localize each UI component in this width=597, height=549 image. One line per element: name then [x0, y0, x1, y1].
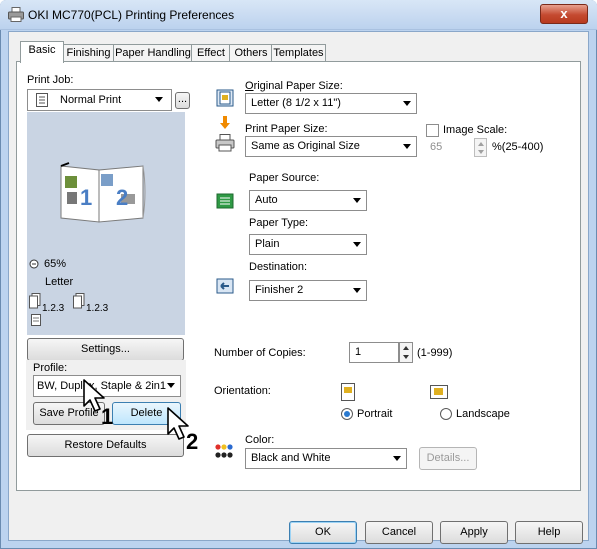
copies-spinner[interactable] — [399, 342, 413, 363]
close-icon: x — [560, 6, 568, 21]
image-scale-range: %(25-400) — [492, 141, 544, 153]
profile-label: Profile: — [33, 362, 68, 374]
chevron-down-icon — [353, 288, 361, 293]
callout-number-1: 1 — [101, 404, 114, 429]
color-select[interactable]: Black and White — [245, 448, 407, 469]
original-paper-size-select[interactable]: Letter (8 1/2 x 11") — [245, 93, 417, 114]
close-button[interactable]: x — [540, 4, 588, 24]
spin-down-icon — [478, 150, 484, 154]
paper-type-value: Plain — [255, 238, 280, 250]
page-1-number: 1 — [80, 185, 93, 210]
original-size-label: Original Paper Size: — [245, 80, 343, 92]
original-paper-size-icon — [216, 89, 234, 107]
spin-up-icon — [403, 346, 409, 350]
tab-templates-label: Templates — [273, 47, 324, 59]
settings-button[interactable]: Settings... — [27, 338, 184, 361]
destination-label: Destination: — [249, 261, 308, 273]
preview-zoom: 65% — [44, 258, 67, 270]
chevron-down-icon — [353, 198, 361, 203]
orientation-label: Orientation: — [214, 385, 271, 397]
document-icon — [36, 93, 48, 107]
radio-selected-dot — [344, 411, 350, 417]
print-job-more-button[interactable]: ... — [175, 92, 190, 109]
original-size-value: Letter (8 1/2 x 11") — [251, 97, 341, 109]
spin-down-icon — [403, 355, 409, 359]
stack-a-label: 1.2.3 — [42, 303, 65, 314]
booklet-page-icon — [31, 314, 41, 326]
paper-type-select[interactable]: Plain — [249, 234, 367, 255]
title-bar[interactable]: OKI MC770(PCL) Printing Preferences x — [0, 0, 597, 30]
landscape-label: Landscape — [456, 408, 510, 420]
printer-icon — [8, 7, 24, 22]
image-scale-spinner[interactable] — [474, 138, 487, 157]
color-value: Black and White — [251, 452, 331, 464]
portrait-icon — [341, 383, 355, 401]
print-size-value: Same as Original Size — [251, 140, 360, 152]
duplex-preview-icon — [60, 162, 146, 223]
print-paper-size-select[interactable]: Same as Original Size — [245, 136, 417, 157]
landscape-radio[interactable] — [440, 408, 452, 420]
ok-button[interactable]: OK — [289, 521, 357, 544]
tab-basic[interactable]: Basic — [20, 41, 64, 63]
copies-label: Number of Copies: — [214, 347, 306, 359]
paper-type-label: Paper Type: — [249, 217, 309, 229]
paper-source-value: Auto — [255, 194, 278, 206]
paper-source-select[interactable]: Auto — [249, 190, 367, 211]
image-scale-checkbox[interactable] — [426, 124, 439, 137]
print-job-value: Normal Print — [60, 94, 122, 106]
preview-paper-size: Letter — [45, 276, 74, 288]
tab-paper-handling-label: Paper Handling — [115, 47, 191, 59]
chevron-down-icon — [167, 383, 175, 388]
portrait-label: Portrait — [357, 408, 393, 420]
destination-select[interactable]: Finisher 2 — [249, 280, 367, 301]
collate-stack-icon — [29, 293, 41, 309]
collate-stack-icon-2 — [73, 293, 85, 309]
apply-button[interactable]: Apply — [440, 521, 508, 544]
landscape-icon — [430, 385, 448, 399]
image-scale-value: 65 — [430, 141, 443, 153]
paper-source-label: Paper Source: — [249, 172, 320, 184]
chevron-down-icon — [393, 456, 401, 461]
arrow-down-icon — [220, 116, 230, 129]
page-2-number: 2 — [116, 185, 129, 210]
tab-others-label: Others — [234, 47, 268, 59]
chevron-down-icon — [403, 144, 411, 149]
details-button[interactable]: Details... — [419, 447, 477, 470]
paper-source-icon — [216, 193, 234, 209]
portrait-radio[interactable] — [341, 408, 353, 420]
tab-finishing-label: Finishing — [66, 47, 111, 59]
copies-input[interactable]: 1 — [349, 342, 399, 363]
color-label: Color: — [245, 434, 275, 446]
print-job-label: Print Job: — [27, 74, 74, 86]
chevron-down-icon — [353, 242, 361, 247]
cancel-button[interactable]: Cancel — [365, 521, 433, 544]
restore-defaults-button[interactable]: Restore Defaults — [27, 434, 184, 457]
zoom-out-icon[interactable] — [29, 258, 41, 270]
print-job-select[interactable]: Normal Print — [27, 89, 172, 111]
copies-range: (1-999) — [417, 347, 453, 359]
spin-up-icon — [478, 142, 484, 146]
print-paper-size-icon — [215, 134, 235, 152]
callout-number-2: 2 — [186, 429, 199, 454]
destination-value: Finisher 2 — [255, 284, 304, 296]
chevron-down-icon — [155, 97, 163, 102]
window-title: OKI MC770(PCL) Printing Preferences — [28, 8, 235, 22]
copies-value: 1 — [355, 346, 362, 358]
destination-icon — [216, 278, 234, 294]
print-size-label: Print Paper Size: — [245, 123, 328, 135]
help-button[interactable]: Help — [515, 521, 583, 544]
image-scale-label: Image Scale: — [443, 124, 508, 136]
stack-b-label: 1.2.3 — [86, 303, 109, 314]
tab-basic-label: Basic — [28, 44, 56, 56]
color-mode-icon — [215, 444, 233, 458]
chevron-down-icon — [403, 101, 411, 106]
tab-effect-label: Effect — [197, 47, 225, 59]
